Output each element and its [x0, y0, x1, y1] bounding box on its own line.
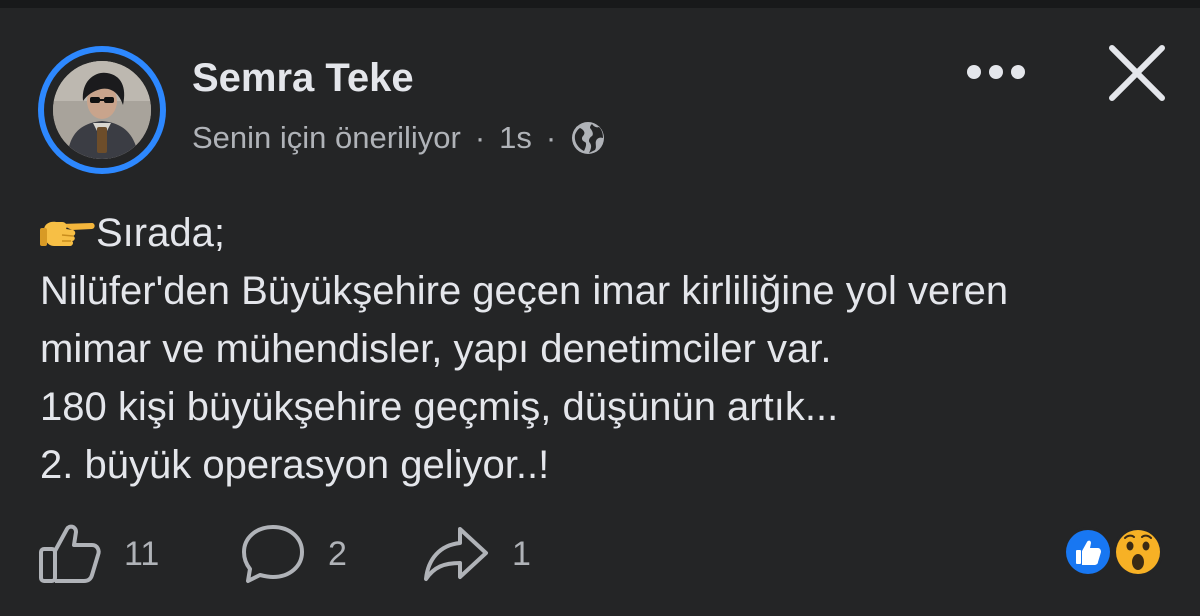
- post-text-line: Sırada;: [40, 204, 1180, 262]
- more-options-button[interactable]: [962, 54, 1030, 90]
- meta-separator: ·: [545, 120, 557, 155]
- comment-count: 2: [328, 535, 347, 573]
- author-name[interactable]: Semra Teke: [192, 54, 414, 102]
- share-count: 1: [512, 535, 531, 573]
- avatar[interactable]: [38, 46, 166, 174]
- share-button[interactable]: 1: [422, 522, 531, 586]
- more-horizontal-icon: [967, 65, 1025, 79]
- meta-separator: ·: [474, 120, 486, 155]
- post-text-line-4: 180 kişi büyükşehire geçmiş, düşünün art…: [40, 385, 839, 429]
- comment-button[interactable]: 2: [240, 522, 347, 586]
- post-body: Sırada; Nilüfer'den Büyükşehire geçen im…: [40, 204, 1180, 494]
- post-text-line-2: Nilüfer'den Büyükşehire geçen imar kirli…: [40, 269, 1009, 313]
- reaction-summary[interactable]: [1058, 524, 1168, 580]
- close-icon: [1109, 45, 1165, 101]
- post-timestamp[interactable]: 1s: [499, 118, 532, 158]
- suggestion-label: Senin için öneriliyor: [192, 120, 461, 155]
- globe-icon[interactable]: [570, 120, 606, 156]
- post-meta: Senin için öneriliyor · 1s ·: [192, 118, 606, 158]
- like-count: 11: [124, 535, 160, 573]
- pointing-right-emoji-icon: [40, 208, 96, 248]
- close-button[interactable]: [1104, 40, 1170, 106]
- profile-photo: [53, 61, 151, 159]
- share-arrow-icon: [424, 527, 488, 581]
- like-button[interactable]: 11: [38, 522, 159, 586]
- wow-reaction-icon: [1113, 527, 1163, 577]
- comment-icon: [242, 525, 304, 583]
- thumbs-up-icon: [39, 524, 101, 583]
- avatar-ring-gap: [44, 52, 160, 168]
- post-text-line-3: mimar ve mühendisler, yapı denetimciler …: [40, 327, 832, 371]
- post-text-line-5: 2. büyük operasyon geliyor..!: [40, 443, 550, 487]
- top-status-strip: [0, 0, 1200, 8]
- like-reaction-icon: [1063, 527, 1113, 577]
- post-text-line-1: Sırada;: [96, 211, 225, 255]
